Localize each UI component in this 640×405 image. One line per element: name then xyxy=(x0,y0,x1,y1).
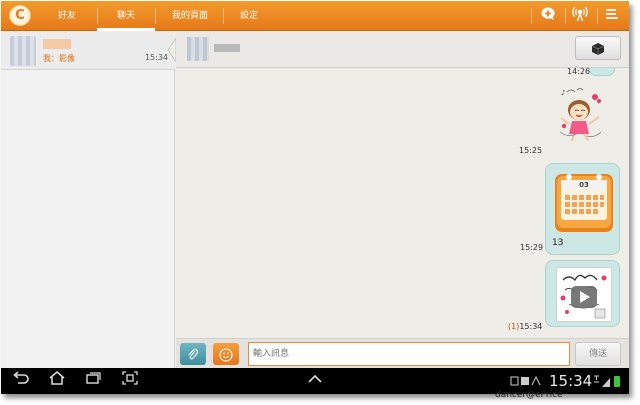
menu-icon[interactable] xyxy=(602,6,622,26)
box-icon xyxy=(591,41,605,55)
contact-name-redacted xyxy=(43,39,71,49)
dancing-girl-sticker[interactable]: ♪ xyxy=(557,84,609,144)
message-bubble xyxy=(589,68,615,76)
message-time-value: 15:34 xyxy=(519,322,543,331)
screenshot-icon[interactable] xyxy=(118,371,142,391)
conversation-preview: 我：影像 xyxy=(43,54,75,63)
tab-friends[interactable]: 好友 xyxy=(45,1,89,31)
top-bar: C 好友 聊天 我的頁面 設定 xyxy=(1,1,629,31)
tab-divider xyxy=(565,8,566,24)
attach-button[interactable] xyxy=(180,343,206,365)
contact-name-redacted xyxy=(214,44,240,52)
notification-icons[interactable] xyxy=(510,374,546,388)
video-thumbnail[interactable] xyxy=(556,267,612,322)
home-icon[interactable] xyxy=(45,371,69,391)
tab-divider xyxy=(155,8,156,24)
message-time: (1)15:34 xyxy=(508,322,542,331)
smiley-icon xyxy=(219,347,233,362)
paperclip-icon xyxy=(187,347,199,361)
add-chat-icon[interactable] xyxy=(538,6,558,26)
back-icon[interactable] xyxy=(9,371,33,391)
box-button[interactable] xyxy=(575,36,621,60)
svg-text:♪: ♪ xyxy=(561,89,565,97)
tab-divider xyxy=(597,8,598,24)
message-text: 13 xyxy=(552,238,564,248)
send-button[interactable]: 傳送 xyxy=(575,342,621,366)
message-time: 14:26 xyxy=(567,68,591,76)
recent-apps-icon[interactable] xyxy=(81,371,105,391)
message-bubble[interactable] xyxy=(545,260,620,327)
watermark: dancer@ePrice xyxy=(495,390,563,400)
status-clock: 15:34 xyxy=(549,372,593,390)
calendar-sticker: 03 xyxy=(553,170,615,234)
tab-my-page[interactable]: 我的頁面 xyxy=(161,1,219,31)
input-bar: 傳送 xyxy=(176,338,629,368)
conversation-item[interactable]: 我：影像 15:34 xyxy=(1,32,176,70)
message-input[interactable] xyxy=(248,342,570,366)
selection-notch-icon xyxy=(167,38,176,62)
tab-divider xyxy=(531,8,532,24)
chat-header xyxy=(176,32,629,68)
message-area[interactable]: 14:26 ♪ 15:25 03 13 15:29 (1)15:34 xyxy=(176,68,629,338)
signal-battery-icons xyxy=(593,374,623,388)
tab-divider xyxy=(223,8,224,24)
app-logo-icon: C xyxy=(9,5,31,26)
read-count: (1) xyxy=(508,322,520,331)
broadcast-icon[interactable] xyxy=(570,6,590,26)
message-time: 15:29 xyxy=(520,243,544,252)
tablet-screen: C 好友 聊天 我的頁面 設定 我：影像 15:34 14:26 ♪ 15:25… xyxy=(1,1,629,394)
tab-chat[interactable]: 聊天 xyxy=(97,1,155,31)
conversation-list: 我：影像 15:34 xyxy=(1,32,176,368)
chevron-up-icon[interactable] xyxy=(303,371,327,391)
calendar-day: 03 xyxy=(579,181,589,189)
avatar xyxy=(10,36,36,66)
avatar xyxy=(187,37,209,61)
tab-settings[interactable]: 設定 xyxy=(229,1,269,31)
message-time: 15:25 xyxy=(519,146,543,155)
emoticon-button[interactable] xyxy=(213,343,239,365)
conversation-time: 15:34 xyxy=(144,53,168,62)
message-bubble[interactable]: 03 13 xyxy=(545,163,620,255)
